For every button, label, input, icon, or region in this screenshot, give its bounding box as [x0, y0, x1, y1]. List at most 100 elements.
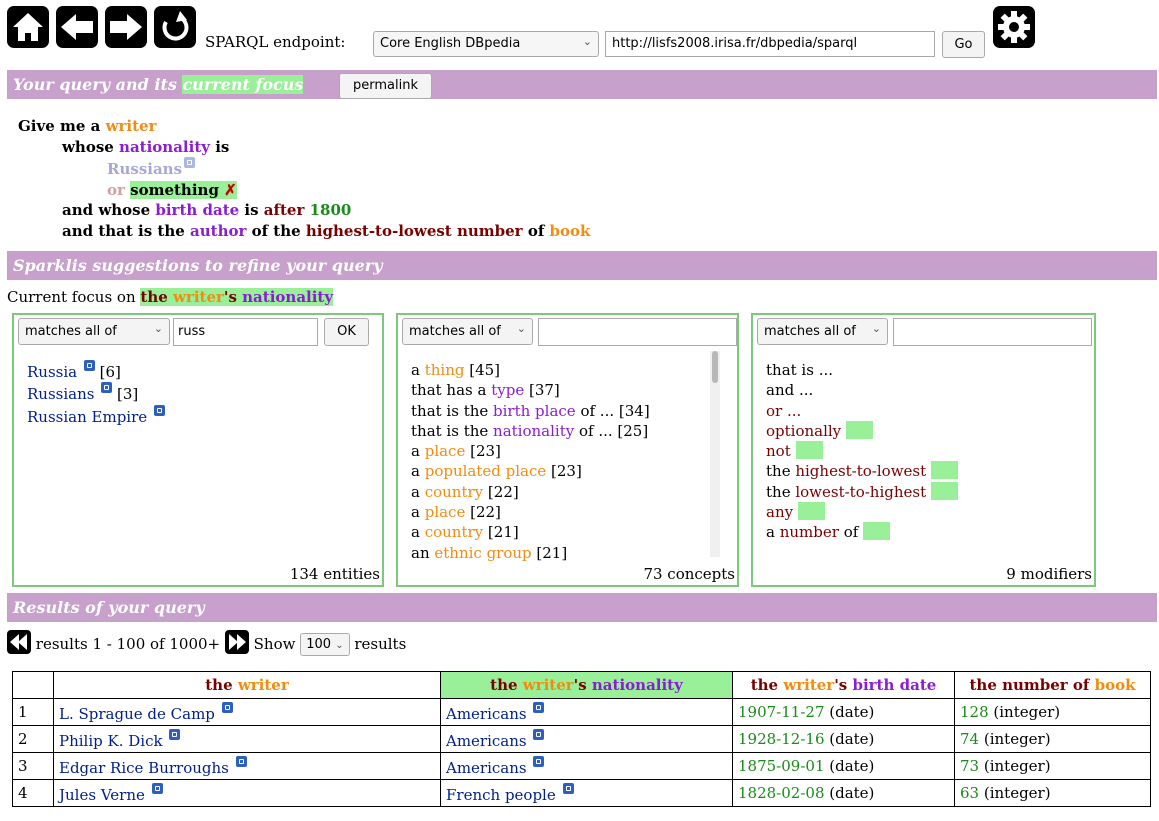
- refresh-icon: [162, 11, 189, 41]
- query-entity-russians[interactable]: Russians: [107, 160, 182, 178]
- delete-icon[interactable]: ✗: [224, 181, 237, 199]
- list-item[interactable]: not: [766, 441, 958, 461]
- list-item[interactable]: the lowest-to-highest: [766, 481, 958, 502]
- concepts-filter-input[interactable]: [538, 318, 737, 346]
- list-item[interactable]: optionally: [766, 420, 958, 441]
- external-link-icon[interactable]: [533, 701, 545, 713]
- query-value-year[interactable]: 1800: [310, 201, 352, 219]
- books-count-cell[interactable]: 73 (integer): [954, 752, 1151, 780]
- query-property-author[interactable]: author: [190, 222, 246, 240]
- next-page-button[interactable]: [224, 630, 249, 654]
- previous-page-button[interactable]: [7, 630, 31, 654]
- list-item[interactable]: Russian Empire: [27, 404, 165, 427]
- concepts-match-select[interactable]: matches all of ⌄: [402, 318, 533, 345]
- query-class-book[interactable]: book: [550, 222, 591, 240]
- column-header-birth-date[interactable]: the writer's birth date: [732, 671, 955, 699]
- birth-date-cell[interactable]: 1907-11-27 (date): [732, 698, 955, 726]
- writer-cell[interactable]: L. Sprague de Camp: [53, 698, 441, 726]
- writer-cell[interactable]: Edgar Rice Burroughs: [53, 752, 441, 780]
- list-item[interactable]: a country [21]: [411, 522, 650, 542]
- home-icon: [13, 13, 43, 41]
- external-link-icon[interactable]: [151, 782, 163, 794]
- books-count-cell[interactable]: 63 (integer): [954, 779, 1151, 807]
- birth-date-cell[interactable]: 1828-02-08 (date): [732, 779, 955, 807]
- nationality-cell[interactable]: French people: [440, 779, 733, 807]
- list-item[interactable]: Russia [6]: [27, 360, 165, 382]
- settings-button[interactable]: [993, 6, 1035, 48]
- permalink-button[interactable]: permalink: [339, 73, 432, 99]
- entity-count: [6]: [94, 363, 121, 381]
- list-item[interactable]: that has a type [37]: [411, 380, 650, 400]
- external-link-icon[interactable]: [184, 157, 196, 168]
- ok-button[interactable]: OK: [324, 318, 369, 346]
- query-property-nationality[interactable]: nationality: [119, 138, 210, 156]
- external-link-icon[interactable]: [235, 755, 247, 767]
- endpoint-url-input[interactable]: http://lisfs2008.irisa.fr/dbpedia/sparql: [605, 31, 935, 57]
- external-link-icon[interactable]: [83, 360, 95, 371]
- list-item[interactable]: an ethnic group [21]: [411, 543, 650, 563]
- forward-button[interactable]: [105, 6, 147, 48]
- back-button[interactable]: [56, 6, 98, 48]
- go-button[interactable]: Go: [942, 31, 985, 58]
- writer-cell[interactable]: Jules Verne: [53, 779, 441, 807]
- books-count-cell[interactable]: 128 (integer): [954, 698, 1151, 726]
- list-item[interactable]: a thing [45]: [411, 360, 650, 380]
- books-count-cell[interactable]: 74 (integer): [954, 725, 1151, 753]
- refresh-button[interactable]: [154, 6, 196, 48]
- external-link-icon[interactable]: [533, 755, 545, 767]
- query-focus-something[interactable]: something ✗: [130, 180, 237, 199]
- books-type: (integer): [979, 784, 1051, 802]
- nationality-cell[interactable]: Americans: [440, 698, 733, 726]
- list-item[interactable]: that is the birth place of ... [34]: [411, 401, 650, 421]
- nationality-cell[interactable]: Americans: [440, 725, 733, 753]
- query-operator-after[interactable]: after: [264, 201, 305, 219]
- list-item[interactable]: a place [23]: [411, 441, 650, 461]
- list-item[interactable]: the highest-to-lowest: [766, 461, 958, 481]
- list-item[interactable]: a number of: [766, 522, 958, 542]
- list-item[interactable]: that is the nationality of ... [25]: [411, 421, 650, 441]
- query-class-writer[interactable]: writer: [106, 117, 157, 135]
- gear-icon: [998, 11, 1030, 43]
- modifiers-match-select[interactable]: matches all of ⌄: [757, 318, 888, 345]
- birth-date-cell[interactable]: 1875-09-01 (date): [732, 752, 955, 780]
- column-header-writer[interactable]: the writer: [53, 671, 441, 699]
- endpoint-select[interactable]: Core English DBpedia ⌄: [373, 31, 599, 57]
- writer-cell[interactable]: Philip K. Dick: [53, 725, 441, 753]
- query-line: whose nationality is: [18, 137, 590, 158]
- concepts-scrollbar[interactable]: [710, 351, 720, 557]
- list-item[interactable]: and ...: [766, 380, 958, 400]
- external-link-icon[interactable]: [221, 701, 233, 713]
- query-property-birth-date[interactable]: birth date: [155, 201, 239, 219]
- query-operator-order[interactable]: highest-to-lowest number: [306, 222, 523, 240]
- list-item[interactable]: a country [22]: [411, 482, 650, 502]
- list-item[interactable]: a place [22]: [411, 502, 650, 522]
- scrollbar-thumb[interactable]: [712, 351, 718, 383]
- toolbar: SPARQL endpoint: Core English DBpedia ⌄ …: [7, 6, 1157, 58]
- page-size-select[interactable]: 100 ⌄: [300, 633, 350, 656]
- nationality-cell[interactable]: Americans: [440, 752, 733, 780]
- list-item[interactable]: or ...: [766, 401, 958, 421]
- birth-date-cell[interactable]: 1928-12-16 (date): [732, 725, 955, 753]
- external-link-icon[interactable]: [101, 382, 113, 394]
- column-header-nationality[interactable]: the writer's nationality: [440, 671, 733, 699]
- placeholder-square: [845, 420, 873, 439]
- column-header-number-of-books[interactable]: the number of book: [954, 671, 1151, 699]
- entities-filter-input[interactable]: russ: [173, 318, 318, 346]
- concepts-box: matches all of ⌄ a thing [45] that has a …: [396, 313, 739, 587]
- entities-match-select[interactable]: matches all of ⌄: [18, 318, 170, 345]
- concepts-count: 73 concepts: [643, 565, 735, 583]
- list-item[interactable]: that is ...: [766, 360, 958, 380]
- modifiers-filter-input[interactable]: [893, 318, 1092, 346]
- list-item[interactable]: any: [766, 502, 958, 522]
- external-link-icon[interactable]: [153, 404, 165, 416]
- writer-name: L. Sprague de Camp: [59, 704, 215, 723]
- external-link-icon[interactable]: [562, 782, 574, 794]
- external-link-icon[interactable]: [533, 728, 545, 740]
- external-link-icon[interactable]: [169, 728, 181, 740]
- home-button[interactable]: [7, 6, 49, 48]
- date-value: 1875-09-01: [738, 757, 825, 775]
- list-item[interactable]: a populated place [23]: [411, 461, 650, 481]
- chevron-down-icon: ⌄: [582, 35, 592, 48]
- list-item[interactable]: Russians [3]: [27, 382, 165, 404]
- entity-count: [3]: [112, 385, 139, 404]
